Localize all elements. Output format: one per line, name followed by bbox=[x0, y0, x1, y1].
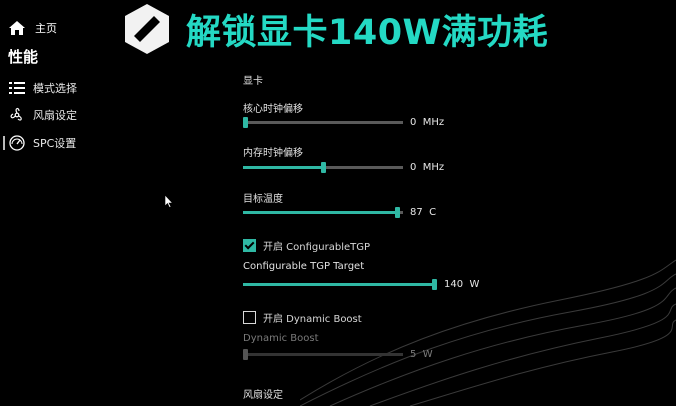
section-title-fan: 风扇设定 bbox=[243, 390, 283, 401]
section-title-gpu: 显卡 bbox=[243, 76, 263, 87]
core-clock-number: 0 bbox=[410, 117, 417, 128]
dynamic-boost-number: 5 bbox=[410, 349, 417, 360]
slider-fill bbox=[243, 283, 435, 286]
configurable-tgp-target-label: Configurable TGP Target bbox=[243, 261, 365, 272]
core-clock-label: 核心时钟偏移 bbox=[243, 104, 303, 115]
mouse-cursor-icon bbox=[164, 194, 174, 208]
core-clock-value: 0 MHz bbox=[410, 117, 444, 128]
slider-thumb[interactable] bbox=[432, 279, 437, 290]
target-temperature-number: 87 bbox=[410, 207, 423, 218]
nav-item-label: 模式选择 bbox=[33, 82, 77, 95]
nav-home[interactable]: 主页 bbox=[8, 20, 57, 36]
target-temperature-label: 目标温度 bbox=[243, 194, 283, 205]
slider-track bbox=[243, 353, 403, 356]
memory-clock-number: 0 bbox=[410, 162, 417, 173]
nav-item-label: 风扇设定 bbox=[33, 109, 77, 122]
target-temperature-value: 87 C bbox=[410, 207, 436, 218]
dynamic-boost-slider bbox=[243, 348, 403, 360]
dynamic-boost-unit: W bbox=[422, 349, 433, 360]
nav-selection-indicator bbox=[3, 136, 5, 150]
gauge-icon bbox=[9, 135, 25, 151]
nav-item-spc-settings[interactable]: SPC设置 bbox=[8, 135, 76, 151]
nav-item-label: SPC设置 bbox=[33, 137, 77, 150]
nav-home-label: 主页 bbox=[35, 22, 57, 35]
memory-clock-value: 0 MHz bbox=[410, 162, 444, 173]
memory-clock-label: 内存时钟偏移 bbox=[243, 148, 303, 159]
slider-track bbox=[243, 121, 403, 124]
slider-fill bbox=[243, 166, 324, 169]
sidebar: 主页 性能 模式选择 风扇设定 SPC设置 bbox=[0, 0, 110, 406]
slider-thumb[interactable] bbox=[395, 207, 400, 218]
configurable-tgp-target-slider[interactable] bbox=[243, 278, 437, 290]
target-temperature-slider[interactable] bbox=[243, 206, 403, 218]
banner-title: 解锁显卡140W满功耗 bbox=[186, 13, 549, 53]
slider-fill bbox=[243, 211, 398, 214]
configurable-tgp-toggle-label: 开启 ConfigurableTGP bbox=[263, 242, 371, 253]
memory-clock-slider[interactable] bbox=[243, 161, 403, 173]
dynamic-boost-label: Dynamic Boost bbox=[243, 333, 319, 344]
dynamic-boost-value: 5 W bbox=[410, 349, 433, 360]
dynamic-boost-checkbox[interactable] bbox=[243, 311, 256, 324]
home-icon bbox=[9, 21, 25, 35]
configurable-tgp-toggle[interactable]: 开启 ConfigurableTGP bbox=[243, 238, 370, 253]
brand-logo-icon bbox=[125, 4, 169, 54]
configurable-tgp-target-value: 140 W bbox=[444, 279, 479, 290]
dynamic-boost-toggle-label: 开启 Dynamic Boost bbox=[263, 314, 362, 325]
list-icon bbox=[9, 82, 25, 94]
slider-thumb[interactable] bbox=[243, 117, 248, 128]
slider-thumb bbox=[243, 349, 248, 360]
configurable-tgp-number: 140 bbox=[444, 279, 464, 290]
gpu-settings-panel: 显卡 核心时钟偏移 0 MHz 内存时钟偏移 0 MHz 目标温度 87 C 开… bbox=[232, 60, 532, 406]
memory-clock-unit: MHz bbox=[422, 162, 445, 173]
slider-thumb[interactable] bbox=[321, 162, 326, 173]
dynamic-boost-toggle[interactable]: 开启 Dynamic Boost bbox=[243, 310, 362, 325]
target-temperature-unit: C bbox=[429, 207, 437, 218]
nav-item-mode-select[interactable]: 模式选择 bbox=[8, 80, 77, 96]
nav-section-title: 性能 bbox=[8, 48, 39, 66]
core-clock-slider[interactable] bbox=[243, 116, 403, 128]
configurable-tgp-unit: W bbox=[469, 279, 480, 290]
configurable-tgp-checkbox[interactable] bbox=[243, 239, 256, 252]
nav-item-fan-settings[interactable]: 风扇设定 bbox=[8, 107, 77, 123]
core-clock-unit: MHz bbox=[422, 117, 445, 128]
fan-icon bbox=[10, 107, 22, 121]
